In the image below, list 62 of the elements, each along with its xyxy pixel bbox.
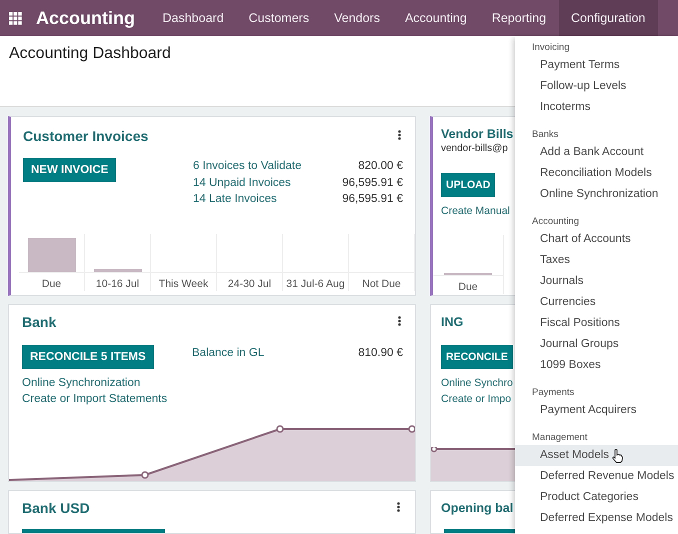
nav-menu-item[interactable]: Vendors	[322, 0, 392, 36]
link[interactable]: Create Manual	[441, 203, 510, 219]
menu-item[interactable]: Chart of Accounts	[515, 229, 678, 250]
link[interactable]: Create or Import Statements	[22, 391, 168, 407]
menu-item[interactable]: Journals	[515, 271, 678, 292]
menu-section-header: Accounting	[531, 215, 580, 229]
menu-item[interactable]: Taxes	[515, 250, 678, 271]
menu-item[interactable]: Follow-up Levels	[515, 76, 678, 97]
app-name[interactable]: Accounting	[36, 8, 135, 28]
link[interactable]: Online Synchro	[441, 375, 513, 391]
axis-label: 10-16 Jul	[94, 276, 140, 290]
menu-section-header: Banks	[531, 128, 560, 142]
menu-item[interactable]: Add a Bank Account	[515, 142, 678, 163]
menu-section-header: Payments	[531, 386, 576, 400]
menu-item[interactable]: Fiscal Positions	[515, 313, 678, 334]
stat-link[interactable]: 14 Late Invoices	[193, 191, 277, 208]
menu-item[interactable]: Online Synchronization	[515, 184, 678, 205]
menu-item[interactable]: Asset Models	[515, 445, 678, 466]
menu-item[interactable]: 1099 Boxes	[515, 355, 678, 376]
primary-button[interactable]: UPLOAD	[441, 173, 496, 197]
menu-item[interactable]: Journal Groups	[515, 334, 678, 355]
menu-item[interactable]: Reconciliation Models	[515, 163, 678, 184]
axis-label: 31 Jul-6 Aug	[285, 276, 346, 290]
menu-item[interactable]: Deferred Revenue Models	[515, 466, 678, 487]
card-title[interactable]: Customer Invoices	[23, 128, 148, 144]
stat-amount: 820.00 €	[358, 159, 403, 174]
axis-label: Due	[40, 276, 62, 290]
page-title: Accounting Dashboard	[9, 45, 171, 62]
menu-item[interactable]: Payment Acquirers	[515, 400, 678, 421]
menu-item[interactable]: Product Categories	[515, 487, 678, 508]
email-address: vendor-bills@p	[441, 143, 508, 154]
stat-amount: 96,595.91 €	[342, 176, 403, 190]
link[interactable]: Online Synchronization	[22, 375, 140, 391]
menu-section-header: Management	[531, 431, 588, 445]
card-title[interactable]: Bank USD	[22, 500, 90, 516]
menu-item[interactable]: Payment Terms	[515, 55, 678, 76]
axis-label: 24-30 Jul	[226, 276, 272, 290]
menu-item[interactable]: Currencies	[515, 292, 678, 313]
nav-menu-item[interactable]: Reporting	[479, 0, 559, 36]
axis-label: Not Due	[361, 276, 402, 290]
menu-item[interactable]: Incoterms	[515, 97, 678, 118]
menu-section-header: Invoicing	[531, 41, 570, 55]
menu-item[interactable]: Deferred Expense Models	[515, 508, 678, 529]
link[interactable]: Create or Impo	[441, 391, 512, 407]
card-title[interactable]: ING	[441, 315, 464, 329]
nav-menu-item[interactable]: Dashboard	[150, 0, 236, 36]
stat-amount: 96,595.91 €	[342, 192, 403, 207]
primary-button[interactable]: NEW INVOICE	[23, 158, 116, 182]
primary-button[interactable]: RECONCILE 5 ITEMS	[22, 345, 154, 369]
stat-link[interactable]: 14 Unpaid Invoices	[193, 174, 291, 191]
stat-link[interactable]: 6 Invoices to Validate	[193, 158, 302, 174]
stat-link[interactable]: Balance in GL	[192, 345, 264, 362]
stat-amount: 810.90 €	[358, 346, 403, 361]
nav-menu-item[interactable]: Customers	[236, 0, 322, 36]
axis-label: Due	[457, 280, 479, 294]
card-title[interactable]: Vendor Bills	[441, 127, 514, 141]
primary-button[interactable]: RECONCILE	[441, 345, 513, 369]
nav-menu-item[interactable]: Accounting	[392, 0, 480, 36]
card-title[interactable]: Bank	[22, 314, 56, 330]
card-title[interactable]: Opening bal	[441, 501, 514, 515]
axis-label: This Week	[158, 276, 210, 290]
nav-menu-item[interactable]: Configuration	[558, 0, 658, 36]
